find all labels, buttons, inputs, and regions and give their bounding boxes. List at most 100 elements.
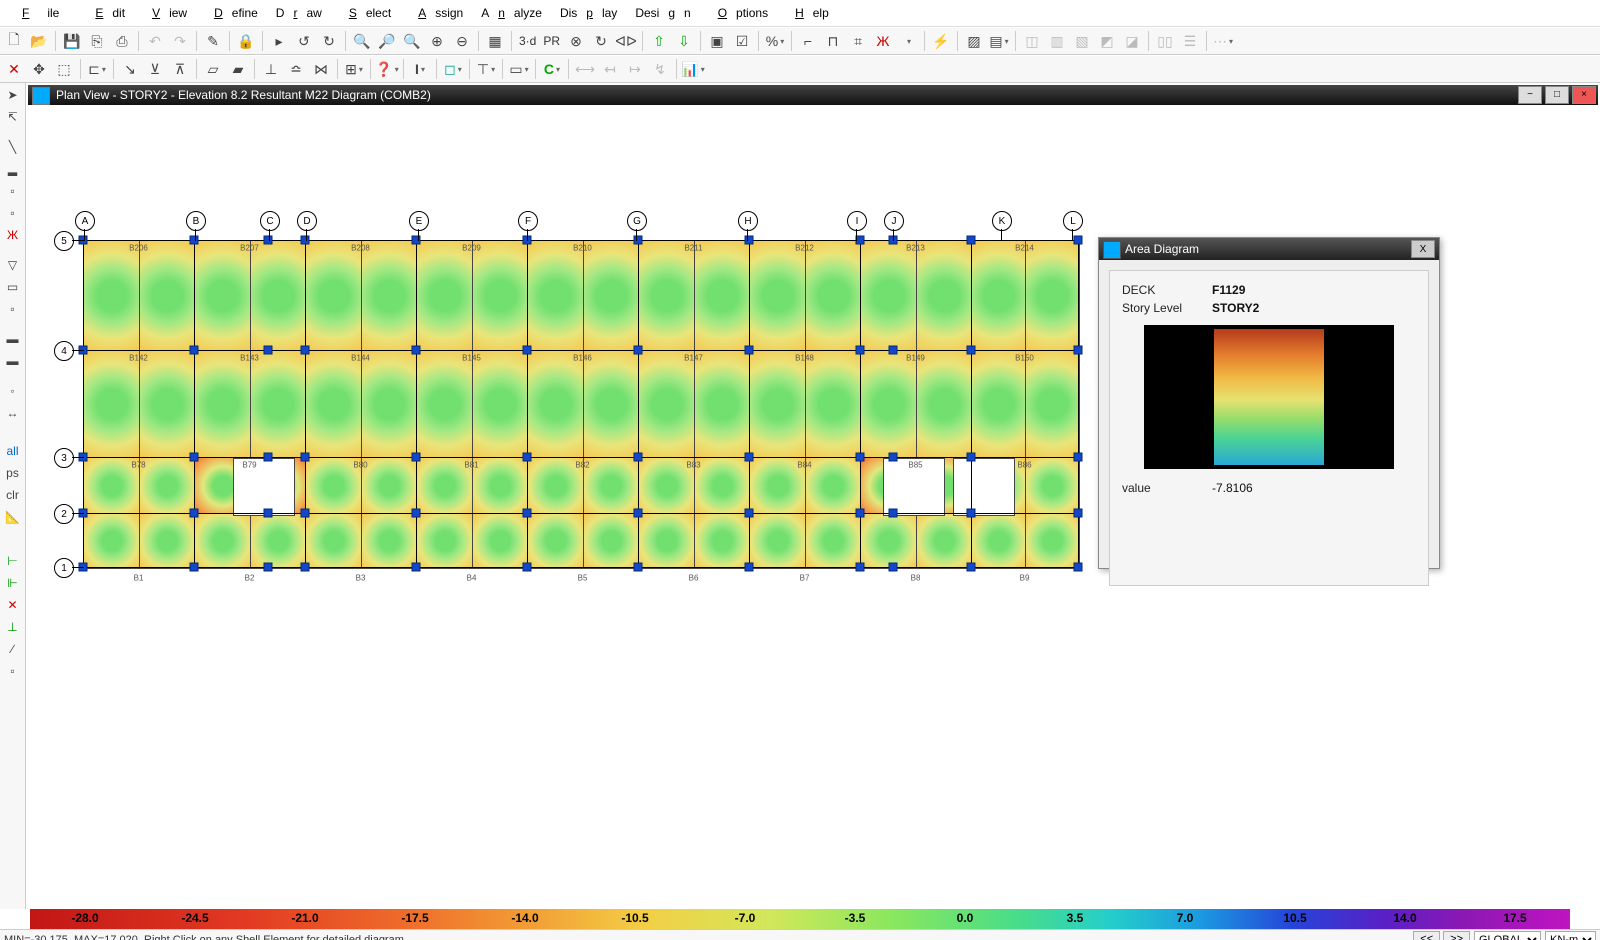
joint-node[interactable]: [190, 509, 199, 518]
ps-icon[interactable]: ps: [3, 463, 23, 483]
shell-panel[interactable]: [971, 513, 1027, 569]
frame3-icon[interactable]: ⌗: [846, 29, 870, 53]
win2-icon[interactable]: ☰: [1178, 29, 1202, 53]
joint-node[interactable]: [1074, 509, 1083, 518]
joint-node[interactable]: [412, 509, 421, 518]
joint-node[interactable]: [301, 346, 310, 355]
shell-panel[interactable]: [749, 240, 807, 352]
assign3-icon[interactable]: ⋈: [309, 57, 333, 81]
shell-panel[interactable]: [305, 350, 363, 459]
percent-dropdown[interactable]: %: [763, 29, 787, 53]
object-icon[interactable]: ▣: [705, 29, 729, 53]
frame-dropdown[interactable]: [896, 29, 920, 53]
area1-icon[interactable]: ▱: [201, 57, 225, 81]
rotate-icon[interactable]: ↺: [292, 29, 316, 53]
pr-button[interactable]: PR: [540, 34, 563, 48]
joint-node[interactable]: [190, 563, 199, 572]
design4-icon[interactable]: ◩: [1095, 29, 1119, 53]
joint-node[interactable]: [856, 563, 865, 572]
wall2-icon[interactable]: ▬: [3, 351, 23, 371]
shell-panel[interactable]: [305, 513, 363, 569]
box-drop[interactable]: ◻: [441, 57, 465, 81]
shell-panel[interactable]: [638, 240, 696, 352]
view-yz-icon[interactable]: ᐊᐅ: [614, 29, 638, 53]
shell-panel[interactable]: [583, 240, 641, 352]
lock-icon[interactable]: 🔒: [234, 29, 258, 53]
shell-panel[interactable]: [361, 350, 419, 459]
reshape-icon[interactable]: ↸: [3, 107, 23, 127]
joint-node[interactable]: [889, 563, 898, 572]
design2-icon[interactable]: ▥: [1045, 29, 1069, 53]
view-maximize[interactable]: □: [1545, 86, 1569, 104]
brace-x-icon[interactable]: Ж: [3, 225, 23, 245]
pointer-icon[interactable]: ➤: [3, 85, 23, 105]
joint-node[interactable]: [190, 346, 199, 355]
shell-panel[interactable]: [139, 240, 197, 352]
menu-help[interactable]: Help: [777, 4, 838, 22]
ruler-icon[interactable]: 📐: [3, 507, 23, 527]
menu-draw[interactable]: Draw: [267, 4, 331, 22]
area-diagram-dialog[interactable]: Area Diagram X DECKF1129 Story LevelSTOR…: [1098, 237, 1440, 569]
up-arrow-icon[interactable]: ⇧: [647, 29, 671, 53]
joint-node[interactable]: [634, 346, 643, 355]
run-icon[interactable]: ▸: [267, 29, 291, 53]
joint-node[interactable]: [301, 563, 310, 572]
joint-node[interactable]: [634, 236, 643, 245]
frame4-icon[interactable]: Ж: [871, 29, 895, 53]
win1-icon[interactable]: ▯▯: [1153, 29, 1177, 53]
dim4-icon[interactable]: ↯: [648, 57, 672, 81]
menu-options[interactable]: Options: [700, 4, 777, 22]
shell-panel[interactable]: [250, 513, 308, 569]
zoom-extent-icon[interactable]: 🔎: [375, 29, 399, 53]
joint-node[interactable]: [523, 453, 532, 462]
menu-edit[interactable]: Edit: [77, 4, 134, 22]
down-arrow-icon[interactable]: ⇩: [672, 29, 696, 53]
joint-node[interactable]: [967, 453, 976, 462]
assign2-icon[interactable]: ≏: [284, 57, 308, 81]
chart-drop[interactable]: 📊: [681, 57, 705, 81]
shell-panel[interactable]: [472, 240, 530, 352]
joint-node[interactable]: [412, 346, 421, 355]
open-icon[interactable]: 📂: [27, 29, 51, 53]
joint-node[interactable]: [745, 563, 754, 572]
joint-node[interactable]: [264, 509, 273, 518]
snap-mid-icon[interactable]: ⊩: [3, 573, 23, 593]
link-icon[interactable]: ◦: [3, 381, 23, 401]
joint-node[interactable]: [745, 236, 754, 245]
frame2-icon[interactable]: ⊓: [821, 29, 845, 53]
joint-node[interactable]: [264, 236, 273, 245]
new-icon[interactable]: 🗋: [2, 29, 26, 53]
undo-icon[interactable]: ↶: [143, 29, 167, 53]
shell-panel[interactable]: [583, 457, 641, 515]
joint-node[interactable]: [1074, 346, 1083, 355]
shell-panel[interactable]: [638, 350, 696, 459]
shell-panel[interactable]: [749, 350, 807, 459]
shell-panel[interactable]: [83, 350, 141, 459]
view-xz-icon[interactable]: ↻: [589, 29, 613, 53]
assign1-icon[interactable]: ⊥: [259, 57, 283, 81]
shell-panel[interactable]: [1025, 457, 1081, 515]
draw1-icon[interactable]: ↘: [118, 57, 142, 81]
bar-drop[interactable]: ▭: [507, 57, 531, 81]
shell-panel[interactable]: [83, 240, 141, 352]
joint-node[interactable]: [967, 509, 976, 518]
menu-analyze[interactable]: Analyze: [472, 4, 551, 22]
coord-select[interactable]: GLOBAL: [1474, 931, 1541, 940]
results1-icon[interactable]: ▨: [962, 29, 986, 53]
shell-panel[interactable]: [361, 457, 419, 515]
shell-panel[interactable]: [805, 457, 863, 515]
status-prev[interactable]: <<: [1413, 931, 1440, 940]
view-xy-icon[interactable]: ⊗: [564, 29, 588, 53]
joint-node[interactable]: [745, 346, 754, 355]
view-titlebar[interactable]: Plan View - STORY2 - Elevation 8.2 Resul…: [28, 85, 1598, 105]
sel-x-icon[interactable]: ✕: [2, 57, 26, 81]
shell-panel[interactable]: [194, 350, 252, 459]
i-drop[interactable]: I: [408, 57, 432, 81]
refresh-icon[interactable]: ✎: [201, 29, 225, 53]
shell-panel[interactable]: [916, 513, 974, 569]
t-drop[interactable]: ⊤: [474, 57, 498, 81]
shell-panel[interactable]: [472, 457, 530, 515]
shell-panel[interactable]: [916, 240, 974, 352]
pan-icon[interactable]: ▦: [483, 29, 507, 53]
grid-icon[interactable]: ☑: [730, 29, 754, 53]
